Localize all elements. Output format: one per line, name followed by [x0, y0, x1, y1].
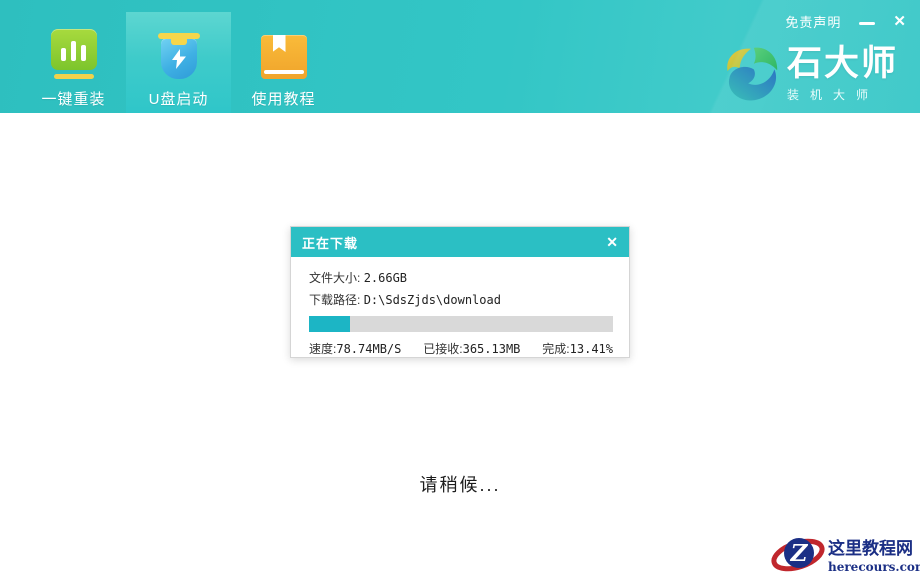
tab-label: U盘启动 — [149, 88, 209, 109]
watermark-site-name: 这里教程网 — [828, 534, 920, 559]
brand: 石大师 装机大师 — [723, 44, 898, 104]
window-controls: 免责声明 ✕ — [785, 12, 906, 31]
download-path-value: D:\SdsZjds\download — [364, 293, 501, 307]
download-path-label: 下载路径: — [309, 293, 360, 307]
dialog-title: 正在下载 — [302, 233, 358, 252]
file-size-row: 文件大小: 2.66GB — [309, 269, 611, 287]
tab-tutorial[interactable]: 使用教程 — [231, 0, 336, 113]
usb-shield-icon — [158, 27, 200, 79]
dialog-close-button[interactable]: ✕ — [606, 235, 618, 249]
completed-stat: 完成:13.41% — [542, 340, 613, 357]
progress-fill — [309, 316, 350, 332]
waiting-text: 请稍候... — [0, 471, 920, 497]
disclaimer-link[interactable]: 免责声明 — [785, 12, 841, 31]
progress-bar — [309, 316, 613, 332]
dialog-body: 文件大小: 2.66GB 下载路径: D:\SdsZjds\download 速… — [291, 257, 629, 357]
tab-label: 一键重装 — [41, 88, 105, 109]
brand-swirl-icon — [723, 44, 779, 104]
brand-subtitle: 装机大师 — [787, 86, 898, 103]
download-path-row: 下载路径: D:\SdsZjds\download — [309, 291, 611, 309]
download-dialog: 正在下载 ✕ 文件大小: 2.66GB 下载路径: D:\SdsZjds\dow… — [290, 226, 630, 358]
received-stat: 已接收:365.13MB — [423, 340, 520, 357]
tab-usb-boot[interactable]: U盘启动 — [126, 12, 231, 113]
header: 一键重装 U盘启动 使用教程 免责声明 — [0, 0, 920, 113]
file-size-label: 文件大小: — [309, 271, 360, 285]
tab-label: 使用教程 — [251, 88, 315, 109]
speed-stat: 速度:78.74MB/S — [309, 340, 401, 357]
watermark-logo-icon: Z — [771, 530, 827, 578]
close-button[interactable]: ✕ — [893, 14, 906, 29]
tab-one-key-reinstall[interactable]: 一键重装 — [21, 0, 126, 113]
watermark: Z 这里教程网 herecours.com — [769, 527, 920, 580]
minimize-button[interactable] — [859, 22, 875, 25]
dialog-titlebar: 正在下载 ✕ — [291, 227, 629, 257]
watermark-site-url: herecours.com — [828, 560, 920, 574]
book-icon — [261, 27, 307, 79]
chart-bars-icon — [51, 27, 97, 79]
stats-row: 速度:78.74MB/S 已接收:365.13MB 完成:13.41% — [309, 340, 613, 357]
brand-title: 石大师 — [787, 45, 898, 84]
tab-bar: 一键重装 U盘启动 使用教程 — [21, 0, 336, 113]
file-size-value: 2.66GB — [364, 271, 407, 285]
